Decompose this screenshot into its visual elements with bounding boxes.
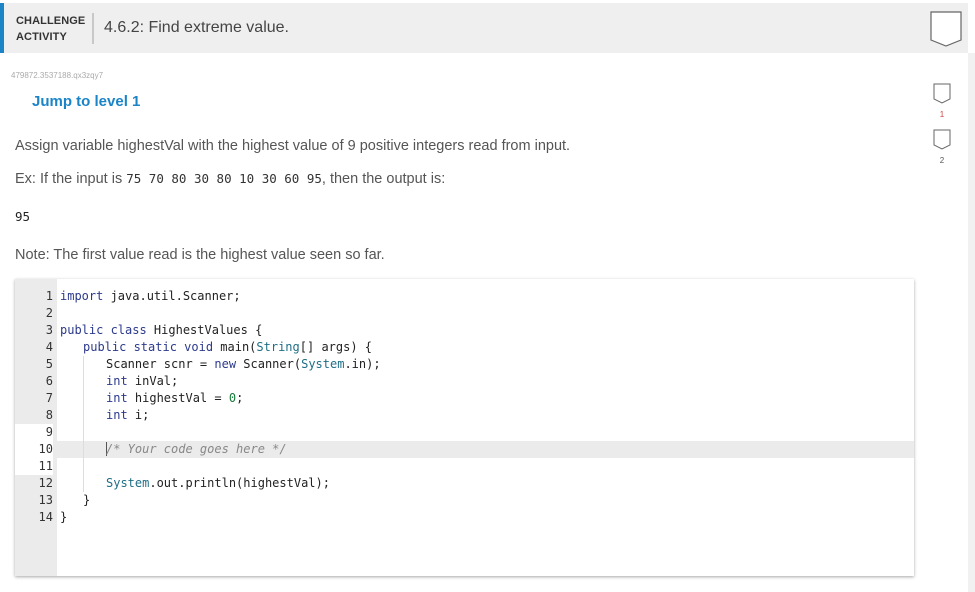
code-comment: /* Your code goes here */ [106,442,287,456]
type-name: System [301,357,345,371]
code-text: i; [127,408,150,422]
indent-guide [83,407,84,424]
line-number: 11 [15,458,53,475]
line-number: 3 [45,323,53,337]
level-2-indicator[interactable]: 2 [931,129,953,165]
activity-id: 479872.3537188.qx3zqy7 [11,71,104,80]
line-number: 8 [45,408,53,422]
keyword: import [60,289,104,303]
code-line[interactable]: 3 public class HighestValues { [15,322,914,339]
level-1-indicator[interactable]: 1 [931,83,953,119]
activity-kind: CHALLENGE ACTIVITY [16,13,85,45]
line-number: 14 [38,510,53,524]
indent-guide [83,475,84,492]
code-text: .in); [344,357,381,371]
code-text: HighestValues { [146,323,263,337]
example-prefix: Ex: If the input is [15,171,127,187]
line-number: 1 [45,289,53,303]
indent-guide [83,441,84,458]
number-literal: 0 [228,391,237,405]
code-line[interactable]: 13} [15,492,914,509]
type-name: System [106,476,150,490]
code-text: main( [213,340,257,354]
line-number: 9 [15,424,53,441]
level-number: 2 [939,156,945,165]
indent-guide [83,424,84,441]
code-text: highestVal = [127,391,229,405]
line-number: 10 [15,441,53,458]
line-number: 5 [45,357,53,371]
completion-badge-icon [929,10,963,53]
code-line[interactable]: 7 int highestVal = 0; [15,390,914,407]
code-line[interactable]: 4 public static void main(String[] args) … [15,339,914,356]
code-line[interactable]: 14} [15,509,914,526]
instruction-text: Assign variable highestVal with the high… [15,138,571,154]
code-text: java.util.Scanner; [103,289,241,303]
line-number: 12 [38,476,53,490]
code-text: [] args) { [299,340,373,354]
code-line[interactable]: 9 [15,424,914,441]
keyword: int [106,374,128,388]
indent-guide [83,373,84,390]
line-number: 4 [45,340,53,354]
code-line[interactable]: 5 Scanner scnr = new Scanner(System.in); [15,356,914,373]
keyword: int [106,391,128,405]
code-text: ; [236,391,244,405]
type-name: String [256,340,300,354]
code-line[interactable]: 2 [15,305,914,322]
keyword: int [106,408,128,422]
code-editor[interactable]: 1 import java.util.Scanner; 2 3 public cla… [15,279,914,576]
activity-title: 4.6.2: Find extreme value. [104,19,289,36]
example-text: Ex: If the input is 75 70 80 30 80 10 30… [15,171,445,187]
level-badge-icon [933,83,951,104]
code-line-active[interactable]: 10 /* Your code goes here */ [15,441,914,458]
activity-kind-line2: ACTIVITY [16,31,67,43]
activity-kind-line1: CHALLENGE [16,15,86,27]
code-text: } [83,493,91,507]
example-output: 95 [15,209,31,224]
example-suffix: , then the output is: [321,171,446,187]
code-line[interactable]: 11 [15,458,914,475]
line-number: 7 [45,391,53,405]
level-number: 1 [939,110,945,119]
code-text: } [60,510,68,524]
indent-guide [83,458,84,475]
jump-to-level-link[interactable]: Jump to level 1 [32,93,140,110]
line-number: 2 [45,306,53,320]
header-divider [92,13,94,44]
code-text: Scanner( [236,357,302,371]
line-number: 6 [45,374,53,388]
code-line[interactable]: 12 System.out.println(highestVal); [15,475,914,492]
line-number: 13 [38,493,53,507]
keyword: new [214,357,237,371]
code-text: inVal; [127,374,179,388]
code-text: .out.println(highestVal); [149,476,330,490]
keyword: public static void [83,340,214,354]
keyword: public class [60,323,147,337]
example-input: 75 70 80 30 80 10 30 60 95 [126,171,322,186]
indent-guide [83,356,84,373]
scrollbar-track[interactable] [968,53,975,592]
activity-header: CHALLENGE ACTIVITY 4.6.2: Find extreme v… [0,3,968,53]
code-line[interactable]: 6 int inVal; [15,373,914,390]
level-badge-icon [933,129,951,150]
code-text: Scanner scnr = [106,357,215,371]
code-line[interactable]: 8 int i; [15,407,914,424]
indent-guide [83,390,84,407]
note-text: Note: The first value read is the highes… [15,247,385,263]
code-line[interactable]: 1 import java.util.Scanner; [15,288,914,305]
